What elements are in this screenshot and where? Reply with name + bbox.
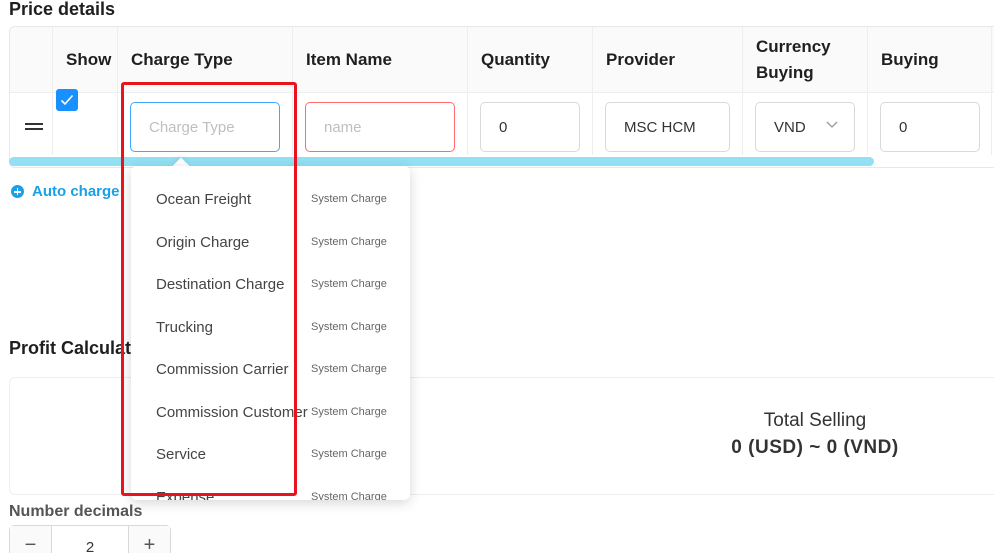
option-name: Trucking bbox=[156, 319, 213, 336]
col-header-show: Show bbox=[66, 50, 112, 69]
option-name: Destination Charge bbox=[156, 276, 285, 293]
option-name: Expense bbox=[156, 489, 215, 500]
option-name: Ocean Freight bbox=[156, 191, 252, 208]
col-header-buying: Buying bbox=[881, 50, 939, 69]
option-tag: System Charge bbox=[310, 491, 387, 500]
currency-select-value: VND bbox=[774, 118, 806, 136]
dropdown-option[interactable]: Commission Customer System Charge bbox=[131, 392, 410, 434]
option-tag: System Charge bbox=[310, 193, 387, 205]
show-checkbox[interactable] bbox=[56, 89, 78, 111]
option-tag: System Charge bbox=[310, 321, 387, 333]
increment-button[interactable]: + bbox=[129, 526, 170, 553]
quantity-input[interactable]: 0 bbox=[480, 102, 580, 152]
total-selling-value: 0 (USD) ~ 0 (VND) bbox=[731, 437, 899, 458]
provider-input[interactable]: MSC HCM bbox=[605, 102, 730, 152]
auto-charge-label: Auto charge bbox=[32, 183, 120, 200]
option-name: Commission Carrier bbox=[156, 361, 289, 378]
option-name: Origin Charge bbox=[156, 234, 250, 251]
plus-circle-icon bbox=[11, 185, 24, 198]
dropdown-option[interactable]: Trucking System Charge bbox=[131, 307, 410, 349]
chevron-down-icon bbox=[826, 121, 838, 128]
col-header-item-name: Item Name bbox=[306, 50, 392, 69]
dropdown-option[interactable]: Expense System Charge bbox=[131, 477, 410, 500]
col-header-quantity: Quantity bbox=[481, 50, 550, 69]
dropdown-option[interactable]: Destination Charge System Charge bbox=[131, 264, 410, 306]
dropdown-option[interactable]: Ocean Freight System Charge bbox=[131, 179, 410, 221]
charge-type-input[interactable]: Charge Type bbox=[130, 102, 280, 152]
page: Price details Show Charge Type Item Name… bbox=[0, 0, 994, 553]
price-details-title: Price details bbox=[9, 0, 116, 19]
dropdown-option[interactable]: Service System Charge bbox=[131, 434, 410, 476]
option-name: Service bbox=[156, 446, 207, 463]
horizontal-scrollbar[interactable] bbox=[9, 157, 874, 166]
number-decimals-label: Number decimals bbox=[9, 503, 143, 520]
item-name-input[interactable]: name bbox=[305, 102, 455, 152]
charge-type-dropdown: Ocean Freight System Charge Origin Charg… bbox=[131, 166, 410, 500]
option-name: Commission Customer bbox=[156, 404, 308, 421]
table-header: Show Charge Type Item Name Quantity Prov… bbox=[10, 27, 994, 93]
buying-input[interactable]: 0 bbox=[880, 102, 980, 152]
auto-charge-button[interactable]: Auto charge bbox=[11, 183, 120, 200]
option-tag: System Charge bbox=[310, 278, 387, 290]
option-tag: System Charge bbox=[310, 448, 387, 460]
col-header-charge-type: Charge Type bbox=[131, 50, 233, 69]
option-tag: System Charge bbox=[310, 236, 387, 248]
option-tag: System Charge bbox=[310, 363, 387, 375]
col-header-provider: Provider bbox=[606, 50, 675, 69]
drag-handle-icon[interactable] bbox=[25, 123, 43, 131]
col-header-currency-buying: Currency Buying bbox=[756, 37, 831, 82]
option-tag: System Charge bbox=[310, 406, 387, 418]
dropdown-option[interactable]: Origin Charge System Charge bbox=[131, 222, 410, 264]
decrement-button[interactable]: − bbox=[10, 526, 51, 553]
check-icon bbox=[60, 94, 74, 106]
dropdown-option[interactable]: Commission Carrier System Charge bbox=[131, 349, 410, 391]
decimals-value[interactable]: 2 bbox=[51, 526, 129, 553]
decimals-stepper: − 2 + bbox=[9, 525, 171, 553]
total-selling-label: Total Selling bbox=[763, 410, 867, 431]
currency-select[interactable]: VND bbox=[755, 102, 855, 152]
